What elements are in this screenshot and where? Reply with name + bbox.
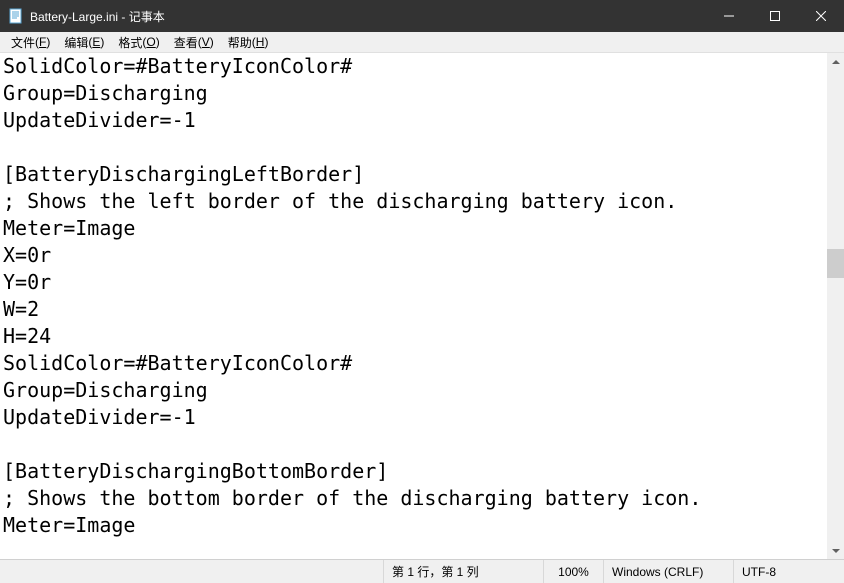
window-controls — [706, 0, 844, 32]
maximize-button[interactable] — [752, 0, 798, 32]
scroll-track[interactable] — [827, 70, 844, 542]
menu-bar: 文件(F) 编辑(E) 格式(O) 查看(V) 帮助(H) — [0, 32, 844, 53]
editor-area: SolidColor=#BatteryIconColor# Group=Disc… — [0, 53, 844, 559]
close-button[interactable] — [798, 0, 844, 32]
status-cursor-position: 第 1 行，第 1 列 — [384, 560, 544, 583]
status-spacer — [0, 560, 384, 583]
scroll-up-arrow[interactable] — [827, 53, 844, 70]
minimize-button[interactable] — [706, 0, 752, 32]
menu-edit[interactable]: 编辑(E) — [57, 32, 111, 52]
scroll-down-arrow[interactable] — [827, 542, 844, 559]
status-zoom: 100% — [544, 560, 604, 583]
notepad-icon — [8, 8, 24, 24]
window-titlebar: Battery-Large.ini - 记事本 — [0, 0, 844, 32]
menu-view[interactable]: 查看(V) — [167, 32, 221, 52]
window-title: Battery-Large.ini - 记事本 — [30, 8, 165, 25]
menu-help[interactable]: 帮助(H) — [221, 32, 276, 52]
status-encoding: UTF-8 — [734, 560, 844, 583]
menu-format[interactable]: 格式(O) — [111, 32, 166, 52]
vertical-scrollbar[interactable] — [827, 53, 844, 559]
menu-file[interactable]: 文件(F) — [4, 32, 57, 52]
status-bar: 第 1 行，第 1 列 100% Windows (CRLF) UTF-8 — [0, 559, 844, 583]
scroll-thumb[interactable] — [827, 249, 844, 277]
status-line-ending: Windows (CRLF) — [604, 560, 734, 583]
text-editor[interactable]: SolidColor=#BatteryIconColor# Group=Disc… — [3, 53, 827, 559]
